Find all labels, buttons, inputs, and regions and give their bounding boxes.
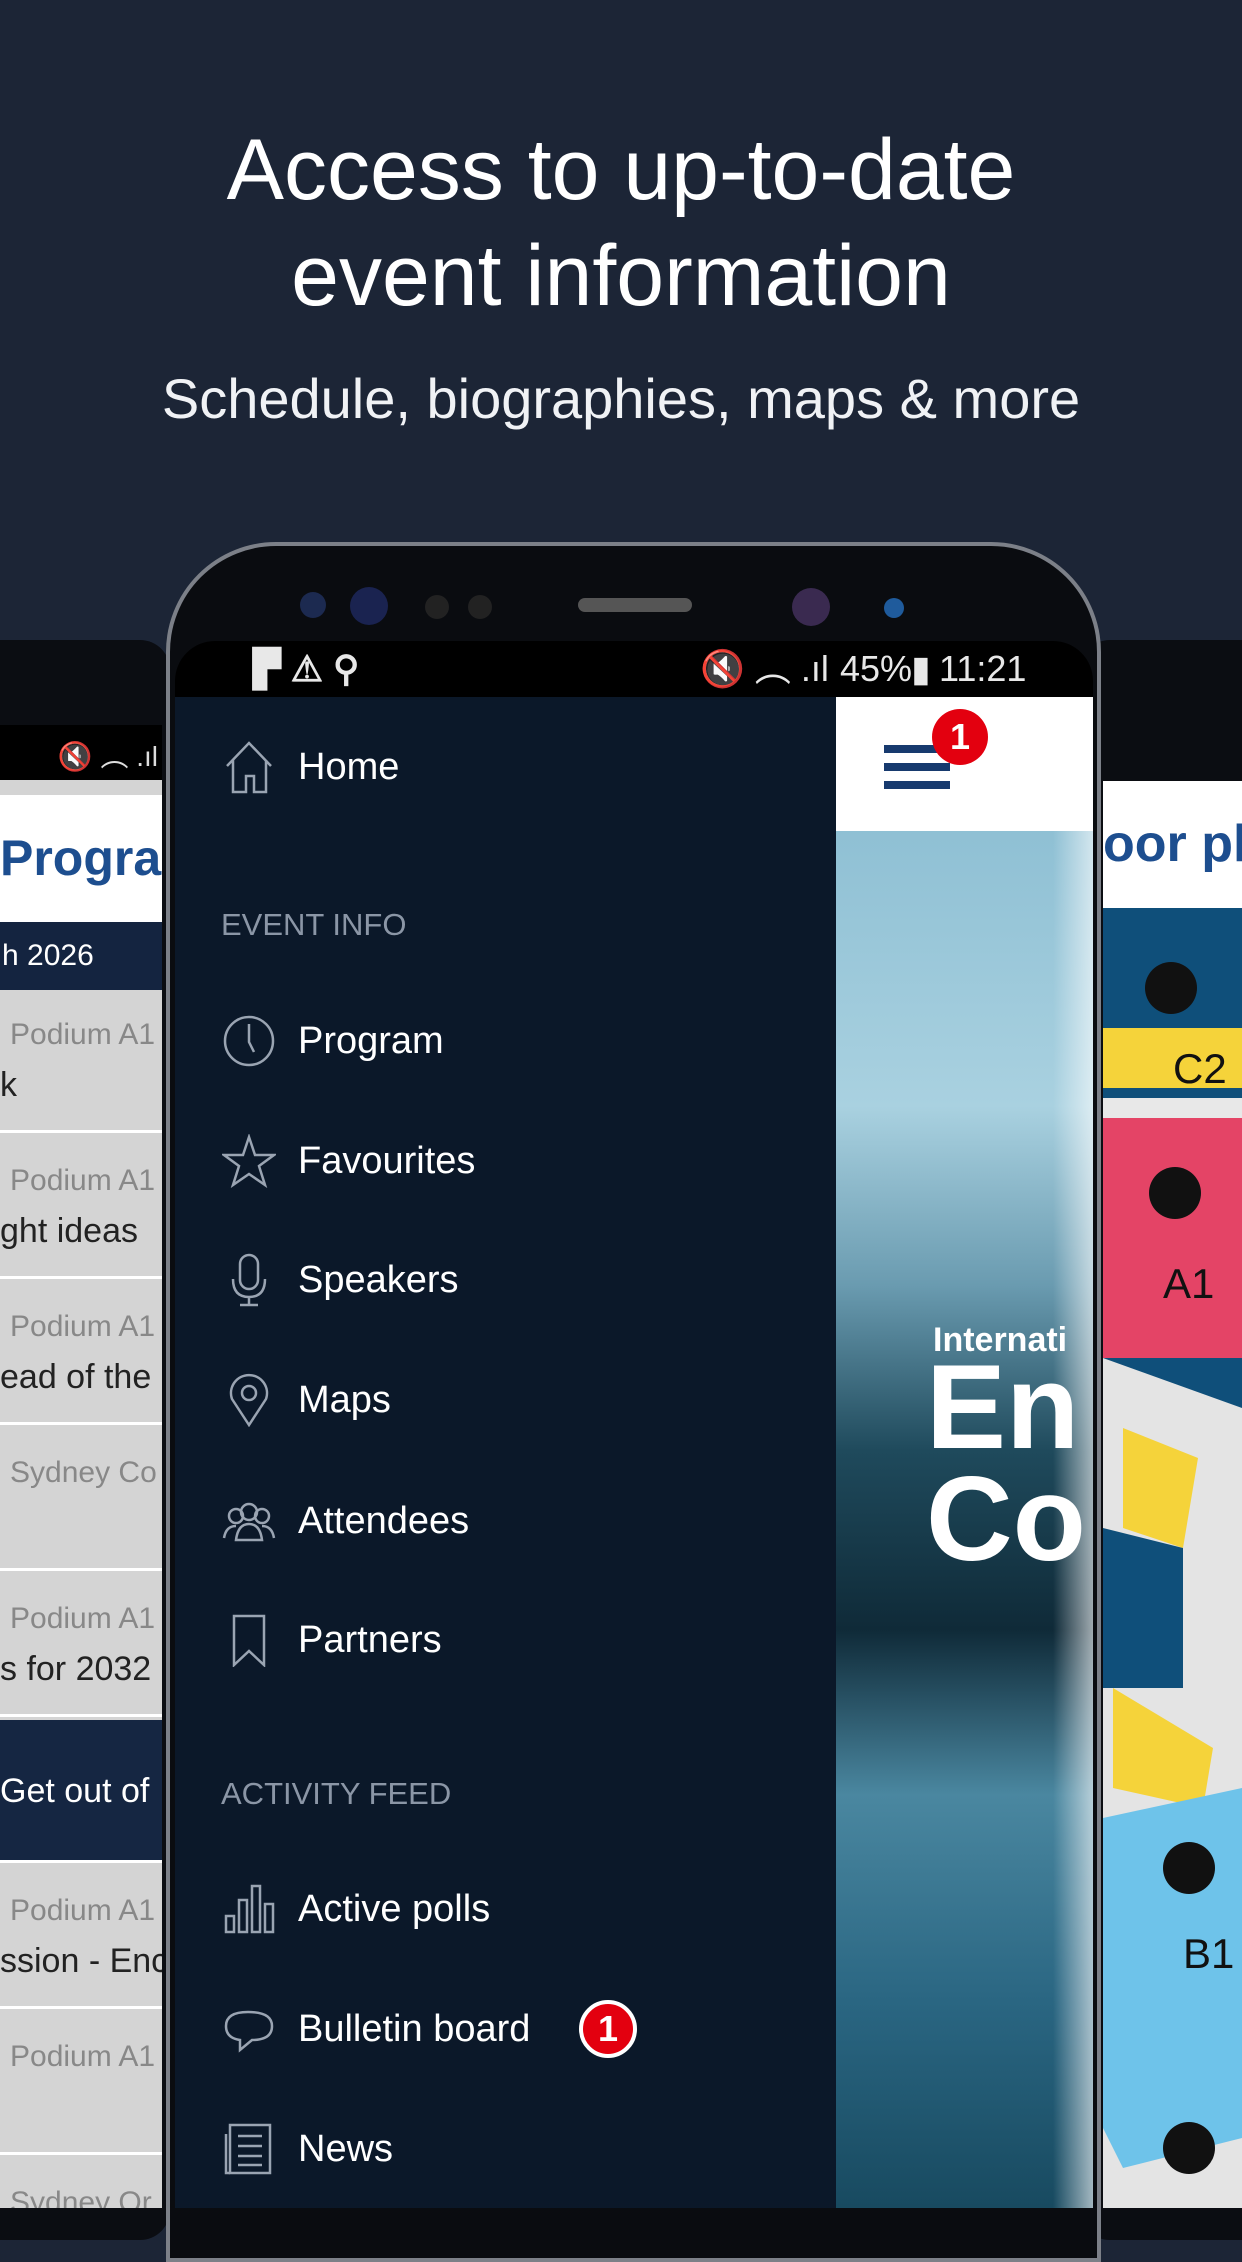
signal-icons: 🔇 ︵ .ıl	[700, 648, 829, 689]
drawer-item-news[interactable]: News	[175, 2109, 836, 2189]
bookmark-icon	[221, 1612, 277, 1668]
clock: 11:21	[939, 648, 1027, 689]
left-phone-screen: 🔇 ︵ .ıl Program h 2026 Podium A1kPodium …	[0, 725, 162, 2208]
drawer-label: Home	[298, 745, 400, 788]
map-label-b1: B1	[1183, 1930, 1234, 1977]
session-location: Podium A1	[10, 1310, 156, 1343]
camera-icon	[350, 587, 388, 625]
session-location: Sydney Or	[10, 2186, 152, 2208]
session-location: Podium A1	[10, 2040, 156, 2073]
drawer-item-program[interactable]: Program	[175, 1001, 836, 1081]
drawer-item-attendees[interactable]: Attendees	[175, 1481, 836, 1561]
news-icon	[221, 2121, 277, 2177]
drawer-label: Attendees	[298, 1499, 470, 1542]
headline-line2: event information	[291, 228, 951, 324]
program-list-item[interactable]: Podium A1 ssion - Enc	[0, 1866, 162, 2009]
program-list-item[interactable]: Podium A1 ght ideas	[0, 1136, 162, 1279]
drawer-label: Favourites	[298, 1139, 476, 1182]
menu-badge: 1	[932, 709, 988, 765]
notification-icons: ▛ ⚠ ⚲	[253, 648, 360, 689]
session-location: Podium A1	[10, 1894, 156, 1927]
session-title: Get out of	[0, 1772, 150, 1810]
session-title: ssion - Enc	[0, 1942, 162, 1980]
map-label-a1: A1	[1163, 1260, 1214, 1307]
section-event-info: EVENT INFO	[221, 907, 407, 942]
home-screen-behind-drawer: 1 Internati En Co	[836, 697, 1093, 2208]
navigation-drawer: Home EVENT INFO Program Favourites Speaker…	[175, 697, 836, 2208]
star-icon	[221, 1133, 277, 1189]
home-icon	[221, 739, 277, 795]
iris-scanner-icon	[792, 588, 830, 626]
session-location: Podium A1	[10, 1018, 156, 1051]
sensor-icon	[300, 592, 326, 618]
subtitle: Schedule, biographies, maps & more	[161, 367, 1081, 430]
status-bar: ▛ ⚠ ⚲ 🔇 ︵ .ıl 45% ▮ 11:21	[175, 641, 1093, 697]
program-list-item[interactable]: Sydney Or	[0, 2158, 162, 2208]
drawer-label: Partners	[298, 1618, 442, 1661]
drawer-item-favourites[interactable]: Favourites	[175, 1121, 836, 1201]
drawer-item-active-polls[interactable]: Active polls	[175, 1869, 836, 1949]
session-title: ead of the	[0, 1358, 152, 1396]
drawer-label: Maps	[298, 1378, 391, 1421]
microphone-icon	[221, 1252, 277, 1308]
floor-plan-map[interactable]: C2 A1 B1	[1103, 908, 1242, 2208]
headline-line1: Access to up-to-date	[226, 122, 1016, 218]
drawer-label: News	[298, 2127, 394, 2170]
bar-chart-icon	[221, 1881, 277, 1937]
program-list-item[interactable]: Get out of	[0, 1720, 162, 1863]
battery-percent: 45%	[840, 648, 913, 689]
drawer-label: Speakers	[298, 1258, 459, 1301]
program-list-item[interactable]: Sydney Co	[0, 1428, 162, 1571]
program-header: Program	[0, 795, 162, 922]
drawer-item-bulletin-board[interactable]: Bulletin board	[175, 1989, 836, 2069]
drawer-item-partners[interactable]: Partners	[175, 1600, 836, 1680]
program-list-item[interactable]: Podium A1 k	[0, 990, 162, 1133]
program-list-item[interactable]: Podium A1 ead of the	[0, 1282, 162, 1425]
session-location: Sydney Co	[10, 1456, 157, 1489]
session-title: ght ideas	[0, 1212, 138, 1250]
program-list-item[interactable]: Podium A1	[0, 2012, 162, 2155]
clock-icon	[221, 1013, 277, 1069]
drawer-item-maps[interactable]: Maps	[175, 1360, 836, 1440]
left-status-bar: 🔇 ︵ .ıl	[0, 725, 162, 780]
section-activity-feed: ACTIVITY FEED	[221, 1776, 452, 1811]
speaker-grille	[578, 598, 692, 612]
drawer-item-home[interactable]: Home	[175, 727, 836, 807]
drawer-label: Program	[298, 1019, 444, 1062]
session-location: Podium A1	[10, 1602, 156, 1635]
battery-icon: ▮	[911, 648, 931, 689]
attendees-icon	[221, 1493, 277, 1549]
session-location: Podium A1	[10, 1164, 156, 1197]
drawer-item-speakers[interactable]: Speakers	[175, 1240, 836, 1320]
session-title: k	[0, 1066, 17, 1104]
date-bar: h 2026	[0, 922, 162, 990]
map-label-c2: C2	[1173, 1045, 1227, 1092]
floor-plan-header: oor pla	[1103, 781, 1242, 908]
drawer-label: Bulletin board	[298, 2007, 531, 2050]
session-title: s for 2032	[0, 1650, 152, 1688]
drawer-label: Active polls	[298, 1887, 491, 1930]
map-pin-icon	[221, 1372, 277, 1428]
bulletin-board-badge: 1	[579, 2000, 637, 2058]
right-phone-screen: oor pla C2 A1 B1	[1103, 781, 1242, 2208]
program-list-item[interactable]: Podium A1 s for 2032	[0, 1574, 162, 1717]
chat-bubbles-icon	[221, 2001, 277, 2057]
